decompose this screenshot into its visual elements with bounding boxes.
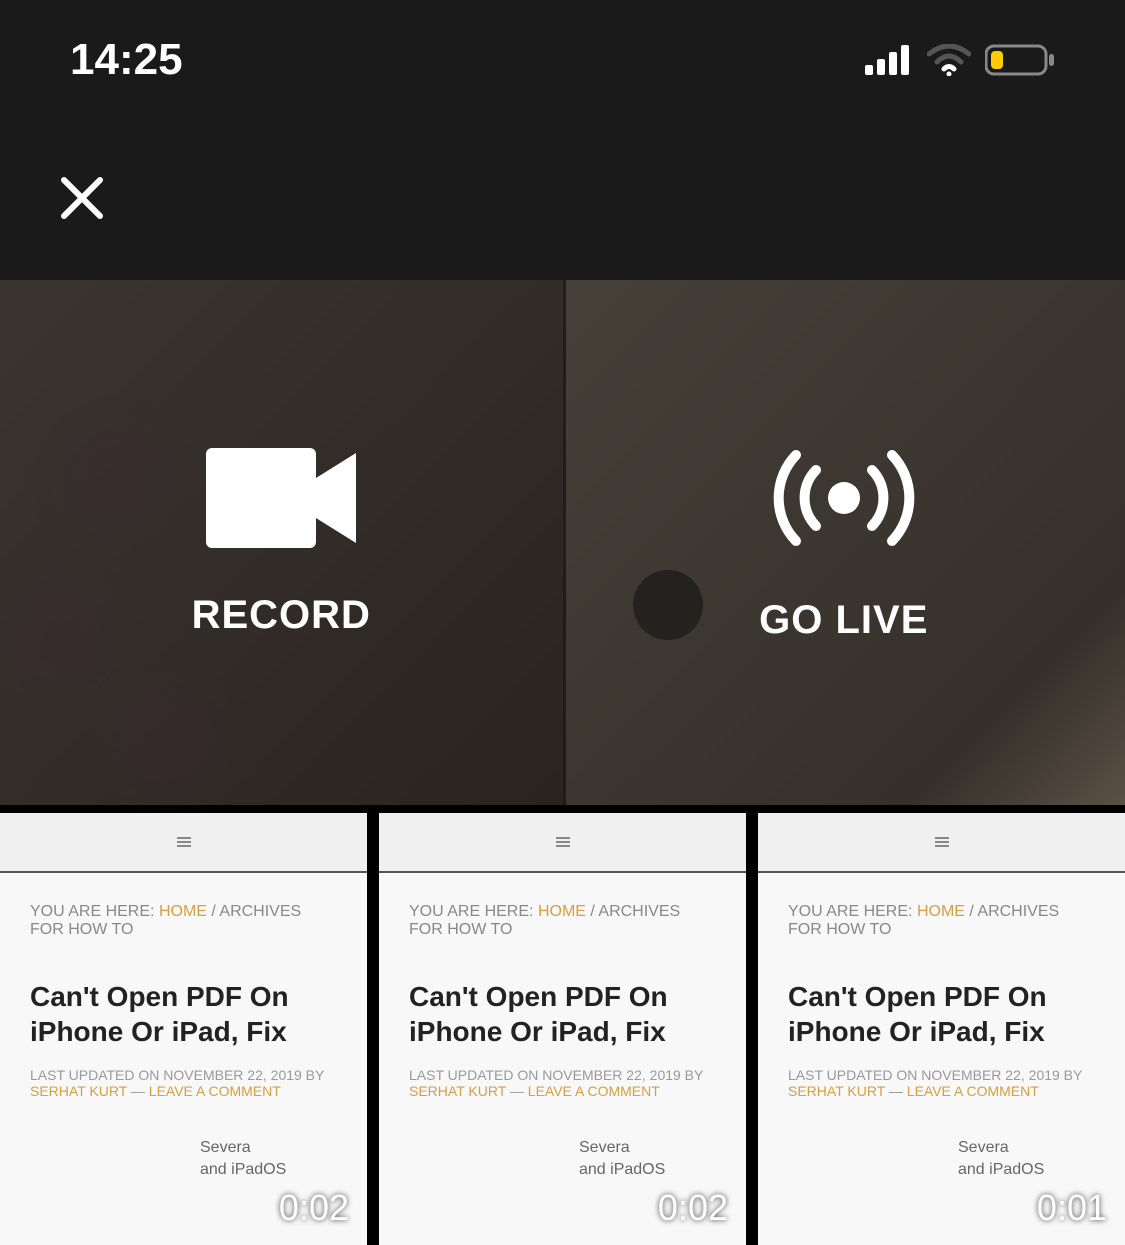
action-area: RECORD GO LIVE [0,280,1125,805]
thumb-dash: — [885,1083,907,1099]
thumb-breadcrumb: YOU ARE HERE: HOME / ARCHIVES FOR HOW TO [0,873,367,959]
thumb-author: SERHAT KURT [30,1083,127,1099]
camera-icon [206,448,356,548]
thumb-title: Can't Open PDF On iPhone Or iPad, Fix [758,959,1125,1059]
thumb-meta-date: LAST UPDATED ON NOVEMBER 22, 2019 BY [788,1067,1082,1083]
breadcrumb-home: HOME [538,903,586,920]
thumb-comment: LEAVE A COMMENT [907,1083,1039,1099]
thumb-comment: LEAVE A COMMENT [149,1083,281,1099]
thumb-body-line2: and iPadOS [579,1161,665,1178]
thumb-author: SERHAT KURT [788,1083,885,1099]
cellular-icon [865,45,913,75]
thumb-body-line1: Severa [200,1139,251,1156]
video-thumbnail[interactable]: YOU ARE HERE: HOME / ARCHIVES FOR HOW TO… [758,813,1125,1245]
thumb-title: Can't Open PDF On iPhone Or iPad, Fix [0,959,367,1059]
record-label: RECORD [192,593,371,638]
thumb-body-line2: and iPadOS [200,1161,286,1178]
breadcrumb-prefix: YOU ARE HERE: [30,903,154,920]
breadcrumb-home: HOME [159,903,207,920]
thumb-body-line2: and iPadOS [958,1161,1044,1178]
hamburger-icon [177,837,191,847]
thumb-topbar [379,813,746,873]
status-icons [865,44,1055,76]
thumb-dash: — [127,1083,149,1099]
thumb-duration: 0:02 [658,1187,728,1229]
thumb-meta-date: LAST UPDATED ON NOVEMBER 22, 2019 BY [30,1067,324,1083]
thumb-body: Severa and iPadOS [758,1107,1125,1182]
thumb-body: Severa and iPadOS [0,1107,367,1182]
thumb-body-line1: Severa [958,1139,1009,1156]
status-time: 14:25 [70,35,183,85]
thumb-breadcrumb: YOU ARE HERE: HOME / ARCHIVES FOR HOW TO [758,873,1125,959]
thumb-body: Severa and iPadOS [379,1107,746,1182]
video-thumbnail-strip: YOU ARE HERE: HOME / ARCHIVES FOR HOW TO… [0,805,1125,1245]
thumb-breadcrumb: YOU ARE HERE: HOME / ARCHIVES FOR HOW TO [379,873,746,959]
thumb-comment: LEAVE A COMMENT [528,1083,660,1099]
breadcrumb-prefix: YOU ARE HERE: [788,903,912,920]
modal-header [0,120,1125,280]
go-live-label: GO LIVE [759,598,928,643]
wifi-icon [927,44,971,76]
thumb-meta: LAST UPDATED ON NOVEMBER 22, 2019 BY SER… [379,1059,746,1107]
thumb-duration: 0:02 [279,1187,349,1229]
go-live-button[interactable]: GO LIVE [563,280,1125,805]
thumb-title: Can't Open PDF On iPhone Or iPad, Fix [379,959,746,1059]
close-icon [60,176,104,220]
video-thumbnail[interactable]: YOU ARE HERE: HOME / ARCHIVES FOR HOW TO… [0,813,367,1245]
battery-icon [985,44,1055,76]
breadcrumb-home: HOME [917,903,965,920]
thumb-topbar [758,813,1125,873]
breadcrumb-prefix: YOU ARE HERE: [409,903,533,920]
thumb-meta: LAST UPDATED ON NOVEMBER 22, 2019 BY SER… [758,1059,1125,1107]
thumb-meta: LAST UPDATED ON NOVEMBER 22, 2019 BY SER… [0,1059,367,1107]
hamburger-icon [556,837,570,847]
close-button[interactable] [60,176,104,225]
status-bar: 14:25 [0,0,1125,120]
thumb-dash: — [506,1083,528,1099]
hamburger-icon [935,837,949,847]
thumb-topbar [0,813,367,873]
record-button[interactable]: RECORD [0,280,563,805]
thumb-body-line1: Severa [579,1139,630,1156]
thumb-duration: 0:01 [1037,1187,1107,1229]
video-thumbnail[interactable]: YOU ARE HERE: HOME / ARCHIVES FOR HOW TO… [379,813,746,1245]
thumb-meta-date: LAST UPDATED ON NOVEMBER 22, 2019 BY [409,1067,703,1083]
broadcast-icon [764,443,924,553]
thumb-author: SERHAT KURT [409,1083,506,1099]
